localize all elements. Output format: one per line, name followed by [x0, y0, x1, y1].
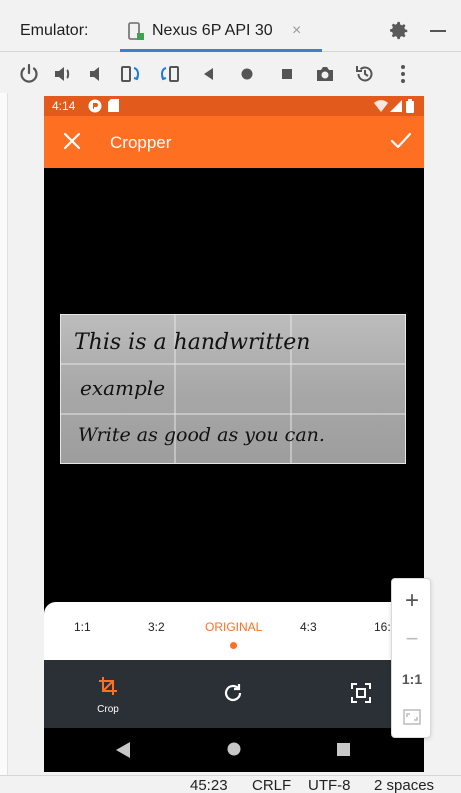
indent-setting[interactable]: 2 spaces	[374, 777, 434, 793]
device-icon	[128, 22, 144, 40]
handwriting-line-3: Write as good as you can.	[78, 424, 325, 446]
power-icon[interactable]	[18, 63, 40, 85]
rotate-left-icon[interactable]	[120, 63, 142, 85]
ide-status-bar: 45:23 CRLF UTF-8 2 spaces	[0, 775, 461, 793]
crop-canvas[interactable]: This is a handwritten example Write as g…	[44, 168, 424, 602]
ratio-16-9[interactable]: 16:	[374, 620, 391, 634]
check-icon[interactable]	[390, 131, 412, 151]
cursor-position[interactable]: 45:23	[190, 777, 228, 793]
ratio-original[interactable]: ORIGINAL	[205, 620, 262, 634]
camera-icon[interactable]	[314, 63, 336, 85]
handwriting-line-1: This is a handwritten	[74, 330, 311, 355]
back-icon[interactable]	[198, 63, 220, 85]
nav-back-icon[interactable]	[116, 742, 130, 758]
more-icon[interactable]	[392, 63, 414, 85]
file-encoding[interactable]: UTF-8	[308, 777, 351, 793]
ratio-1-1[interactable]: 1:1	[74, 620, 91, 634]
zoom-in-button[interactable]: +	[392, 583, 432, 619]
nav-overview-icon[interactable]	[337, 743, 350, 756]
close-icon[interactable]	[62, 131, 82, 151]
scale-icon[interactable]	[350, 682, 372, 704]
minimize-button[interactable]	[430, 30, 446, 32]
rotate-right-icon[interactable]	[158, 63, 180, 85]
phone-screen: 4:14 Cropper This is a handwritten examp…	[44, 96, 424, 772]
zoom-out-button[interactable]: −	[392, 621, 432, 657]
signal-icon	[390, 100, 402, 112]
nav-home-icon[interactable]	[227, 742, 241, 756]
snapshot-icon[interactable]	[354, 63, 376, 85]
battery-icon	[406, 99, 414, 113]
sd-card-icon	[108, 99, 119, 112]
aspect-ratio-strip: 1:1 3:2 ORIGINAL 4:3 16:	[44, 602, 424, 660]
gear-icon[interactable]	[388, 20, 410, 42]
fit-screen-icon	[403, 709, 421, 725]
emulator-label: Emulator:	[20, 22, 89, 39]
handwriting-line-2: example	[80, 376, 166, 400]
status-time: 4:14	[52, 99, 76, 113]
tab-close-icon[interactable]: ×	[292, 22, 301, 40]
ratio-4-3[interactable]: 4:3	[300, 620, 317, 634]
fit-screen-button[interactable]	[392, 699, 432, 735]
zoom-one-to-one-button[interactable]: 1:1	[392, 661, 432, 697]
zoom-panel: + − 1:1	[391, 578, 431, 738]
rotate-icon[interactable]	[222, 682, 244, 704]
active-ratio-indicator	[230, 642, 237, 649]
volume-up-icon[interactable]	[52, 63, 74, 85]
crop-image[interactable]: This is a handwritten example Write as g…	[60, 314, 406, 464]
device-tab[interactable]: Nexus 6P API 30 ×	[120, 12, 322, 52]
crop-tool-label: Crop	[97, 704, 119, 715]
android-nav-bar	[44, 728, 424, 772]
ide-left-strip	[0, 93, 8, 775]
ratio-3-2[interactable]: 3:2	[148, 620, 165, 634]
app-notification-icon	[88, 99, 102, 113]
device-tab-label: Nexus 6P API 30	[152, 22, 273, 39]
crop-icon	[99, 677, 117, 695]
line-ending[interactable]: CRLF	[252, 777, 291, 793]
overview-icon[interactable]	[276, 63, 298, 85]
app-bar: Cropper	[44, 116, 424, 168]
app-title: Cropper	[110, 133, 172, 152]
wifi-icon	[374, 100, 388, 112]
crop-tools: Crop	[44, 660, 424, 728]
emulator-tab-bar: Emulator: Nexus 6P API 30 ×	[0, 0, 461, 52]
android-status-bar: 4:14	[44, 96, 424, 116]
home-icon[interactable]	[236, 63, 258, 85]
volume-down-icon[interactable]	[86, 63, 108, 85]
crop-tool-button[interactable]: Crop	[88, 676, 128, 720]
emulator-toolbar	[0, 53, 461, 93]
